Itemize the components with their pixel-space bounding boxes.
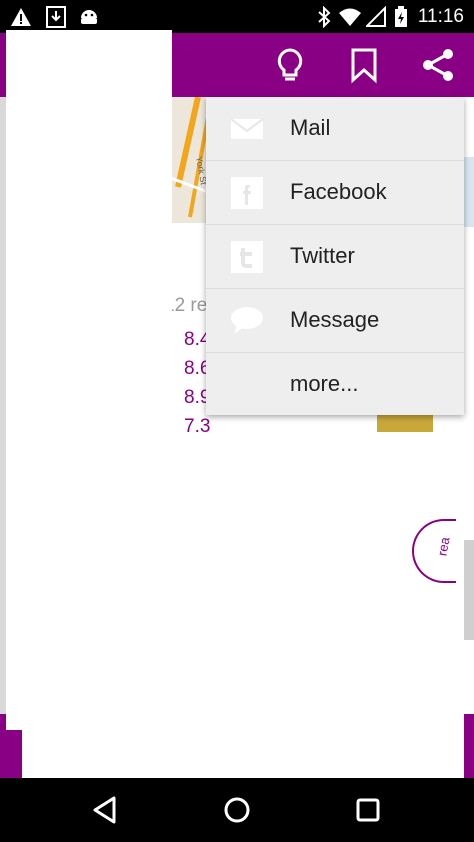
- read-more-label: rea: [434, 535, 453, 558]
- twitter-icon: [230, 241, 264, 273]
- share-icon[interactable]: [418, 45, 458, 85]
- navigation-bar: [0, 778, 474, 842]
- download-icon: [46, 6, 66, 33]
- share-menu: Mail Facebook Twitter Message more...: [206, 97, 464, 415]
- map-thumbnail[interactable]: York St: [168, 97, 208, 223]
- home-icon[interactable]: [219, 792, 255, 828]
- recents-icon[interactable]: [350, 792, 386, 828]
- redacted-area: [6, 30, 172, 730]
- bookmark-icon[interactable]: [344, 45, 384, 85]
- notification-alert-icon: [10, 6, 32, 33]
- back-icon[interactable]: [88, 792, 124, 828]
- mail-icon: [230, 113, 264, 145]
- share-item-more[interactable]: more...: [206, 353, 464, 417]
- android-icon: [78, 6, 100, 33]
- battery-charging-icon: [394, 6, 408, 33]
- share-item-mail[interactable]: Mail: [206, 97, 464, 161]
- share-item-label: Message: [290, 307, 380, 332]
- right-edge: [464, 540, 474, 640]
- share-item-label: more...: [290, 371, 359, 396]
- share-item-facebook[interactable]: Facebook: [206, 161, 464, 225]
- read-more-button[interactable]: rea: [412, 519, 456, 583]
- status-time: 11:16: [417, 6, 464, 27]
- redacted-area-bottom: [22, 640, 464, 780]
- wifi-icon: [338, 6, 362, 33]
- bluetooth-icon: [316, 5, 332, 33]
- facebook-icon: [230, 177, 264, 209]
- share-item-message[interactable]: Message: [206, 289, 464, 353]
- lightbulb-icon[interactable]: [270, 45, 310, 85]
- status-bar: 11:16: [0, 0, 474, 33]
- share-item-label: Twitter: [290, 243, 355, 268]
- share-item-label: Mail: [290, 115, 331, 140]
- share-item-label: Facebook: [290, 179, 387, 204]
- message-icon: [230, 305, 264, 337]
- share-item-twitter[interactable]: Twitter: [206, 225, 464, 289]
- signal-icon: [364, 5, 386, 33]
